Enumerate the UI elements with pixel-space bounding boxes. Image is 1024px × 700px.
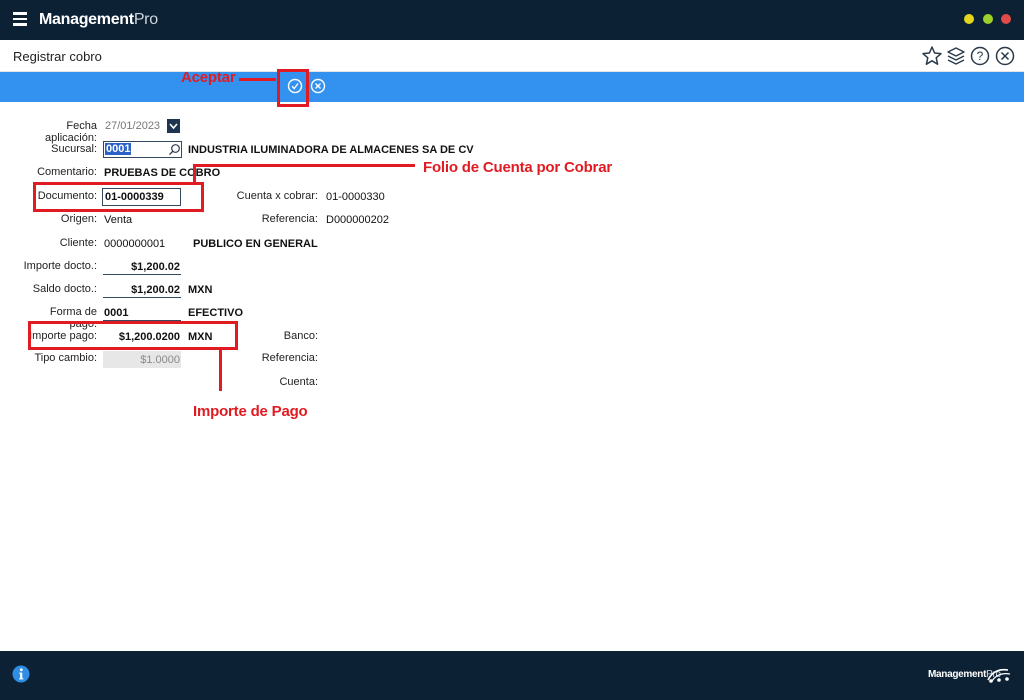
- forma-pago-name: EFECTIVO: [188, 307, 244, 319]
- importe-docto-label: Importe docto.:: [23, 260, 97, 272]
- referencia-label: Referencia:: [261, 213, 318, 225]
- cuenta-label: Cuenta x cobrar:: [236, 190, 318, 202]
- date-picker-button[interactable]: [167, 119, 180, 133]
- fecha-value: 27/01/2023: [105, 120, 161, 132]
- tipo-cambio-value: $1.0000: [140, 354, 180, 366]
- app-titlebar: ManagementPro: [0, 0, 1024, 40]
- cancel-icon[interactable]: [310, 78, 326, 94]
- origen-label: Origen:: [60, 213, 97, 225]
- annotation-aceptar-line: [239, 78, 276, 81]
- tipo-cambio-label: Tipo cambio:: [34, 352, 97, 364]
- sucursal-name: INDUSTRIA ILUMINADORA DE ALMACENES SA DE…: [188, 144, 474, 156]
- annotation-documento-box: [33, 182, 204, 212]
- annotation-folio: Folio de Cuenta por Cobrar: [423, 159, 612, 176]
- info-icon[interactable]: [12, 665, 30, 683]
- cuenta2-label: Cuenta:: [279, 376, 318, 388]
- cuenta-value: 01-0000330: [326, 191, 385, 203]
- annotation-aceptar: Aceptar: [181, 69, 236, 86]
- menu-icon[interactable]: [13, 12, 27, 26]
- annotation-folio-line-h: [193, 164, 415, 167]
- star-icon[interactable]: [921, 45, 943, 67]
- help-icon[interactable]: ?: [969, 45, 991, 67]
- app-title: ManagementPro: [39, 11, 158, 29]
- importe-docto-value: $1,200.02: [131, 261, 180, 273]
- close-window-button[interactable]: [1001, 14, 1011, 24]
- annotation-aceptar-box: [277, 69, 309, 107]
- importe-docto-field: $1,200.02: [103, 258, 181, 275]
- page-title: Registrar cobro: [13, 49, 102, 64]
- minimize-button[interactable]: [964, 14, 974, 24]
- annotation-folio-line-v: [193, 164, 196, 184]
- chevron-down-icon: [169, 123, 178, 130]
- annotation-importe-box: [28, 321, 238, 350]
- annotation-importe: Importe de Pago: [193, 403, 308, 420]
- search-icon[interactable]: [168, 143, 181, 156]
- fecha-label: Fecha aplicación:: [45, 120, 97, 144]
- annotation-importe-line: [219, 348, 222, 391]
- page-header: Registrar cobro ?: [0, 40, 1024, 72]
- saldo-currency: MXN: [188, 284, 213, 296]
- sucursal-input[interactable]: 0001: [103, 141, 182, 158]
- saldo-value: $1,200.02: [131, 284, 180, 296]
- app-brand-main: Management: [39, 11, 134, 28]
- sucursal-value: 0001: [105, 143, 132, 155]
- comentario-label: Comentario:: [37, 166, 97, 178]
- app-brand-suffix: Pro: [133, 11, 158, 28]
- forma-pago-value: 0001: [104, 307, 129, 319]
- layers-icon[interactable]: [945, 45, 967, 67]
- cliente-name: PUBLICO EN GENERAL: [193, 238, 318, 250]
- cliente-value: 0000000001: [104, 238, 166, 250]
- banco-label: Banco:: [283, 330, 318, 342]
- sucursal-label: Sucursal:: [51, 143, 97, 155]
- origen-value: Venta: [104, 214, 133, 226]
- saldo-field: $1,200.02: [103, 281, 181, 298]
- footer-brand-main: Management: [928, 669, 987, 680]
- brand-logo-icon: [987, 668, 1011, 683]
- cliente-label: Cliente:: [59, 237, 97, 249]
- svg-text:?: ?: [977, 49, 984, 63]
- tipo-cambio-field: $1.0000: [103, 351, 181, 368]
- saldo-label: Saldo docto.:: [32, 283, 97, 295]
- referencia-value: D000000202: [326, 214, 390, 226]
- action-toolbar: [0, 72, 1024, 102]
- maximize-button[interactable]: [983, 14, 993, 24]
- app-footer: ManagementPro: [0, 651, 1024, 700]
- referencia2-label: Referencia:: [261, 352, 318, 364]
- close-icon[interactable]: [994, 45, 1016, 67]
- forma-pago-input[interactable]: 0001: [103, 305, 181, 321]
- comentario-value[interactable]: PRUEBAS DE COBRO: [104, 167, 220, 179]
